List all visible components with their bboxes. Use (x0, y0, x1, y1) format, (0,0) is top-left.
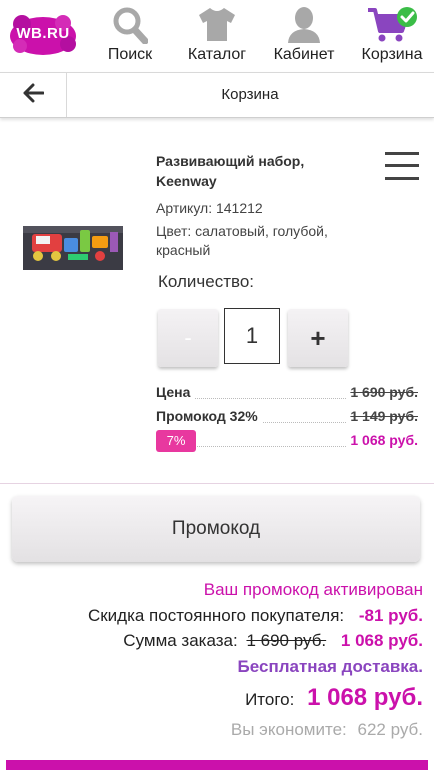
savings-label: Вы экономите: (230, 720, 347, 739)
promo-activated-text: Ваш промокод активирован (203, 580, 423, 599)
nav-search-label: Поиск (107, 46, 153, 63)
discount-badge: 7% (156, 430, 196, 452)
promo-code-button[interactable]: Промокод (12, 496, 420, 562)
quantity-decrease-button[interactable]: - (158, 309, 218, 367)
promo-price-label: Промокод 32% (156, 408, 262, 424)
wb-logo[interactable]: WB.RU (8, 12, 78, 58)
product-color: Цвет: салатовый, голубой, красный (156, 223, 328, 258)
price-row: Цена 1 690 руб. (156, 384, 418, 404)
order-total-label: Итого: (245, 690, 295, 709)
nav-catalog[interactable]: Каталог (180, 4, 254, 68)
hamburger-line (385, 177, 419, 180)
checkout-button[interactable] (6, 760, 428, 770)
final-price-value: 1 068 руб. (346, 432, 418, 448)
order-sum-label: Сумма заказа: (123, 631, 238, 650)
quantity-label: Количество: (158, 272, 255, 291)
promo-price-row: Промокод 32% 1 149 руб. (156, 408, 418, 428)
section-divider (0, 483, 434, 484)
savings-value: 622 руб. (357, 720, 423, 739)
loyalty-discount-value: -81 руб. (358, 606, 423, 625)
hamburger-line (385, 164, 419, 167)
final-price-row: 7% 1 068 руб. (156, 430, 418, 452)
nav-cart-label: Корзина (361, 46, 423, 63)
product-image[interactable] (20, 212, 126, 274)
page-header: Корзина (0, 72, 434, 118)
loyalty-discount-label: Скидка постоянного покупателя: (87, 606, 345, 625)
nav-account[interactable]: Кабинет (268, 4, 340, 68)
search-icon (112, 6, 149, 49)
product-name[interactable]: Развивающий набор, Keenway (156, 151, 356, 191)
price-value: 1 690 руб. (346, 384, 418, 400)
cart-icon (366, 6, 418, 49)
savings: Вы экономите: 622 руб. (231, 720, 423, 740)
nav-cart[interactable]: Корзина (354, 4, 430, 68)
logo-text: WB.RU (16, 25, 70, 42)
nav-search[interactable]: Поиск (100, 4, 160, 68)
promo-price-value: 1 149 руб. (346, 408, 418, 424)
quantity-input[interactable] (224, 308, 280, 364)
order-total-value: 1 068 руб. (307, 684, 423, 711)
top-navigation: WB.RU Поиск Каталог Кабинет Корзина (0, 0, 434, 72)
back-button[interactable] (0, 73, 67, 117)
order-sum-old: 1 690 руб. (246, 631, 327, 650)
nav-catalog-label: Каталог (187, 46, 247, 63)
hamburger-icon (385, 152, 419, 155)
free-delivery-text: Бесплатная доставка. (237, 657, 423, 676)
price-label: Цена (156, 384, 195, 400)
order-sum-new: 1 068 руб. (340, 631, 423, 650)
quantity-increase-button[interactable]: + (288, 309, 348, 367)
order-sum: Сумма заказа: 1 690 руб. 1 068 руб. (123, 631, 423, 651)
loyalty-discount: Скидка постоянного покупателя: -81 руб. (88, 606, 423, 626)
nav-account-label: Кабинет (273, 46, 335, 63)
person-icon (286, 6, 322, 49)
tshirt-icon (197, 6, 237, 47)
order-total: Итого: 1 068 руб. (245, 684, 423, 712)
arrow-left-icon (22, 83, 45, 108)
product-sku: Артикул: 141212 (156, 200, 263, 216)
page-title: Корзина (221, 86, 279, 103)
item-menu-button[interactable] (385, 152, 419, 182)
